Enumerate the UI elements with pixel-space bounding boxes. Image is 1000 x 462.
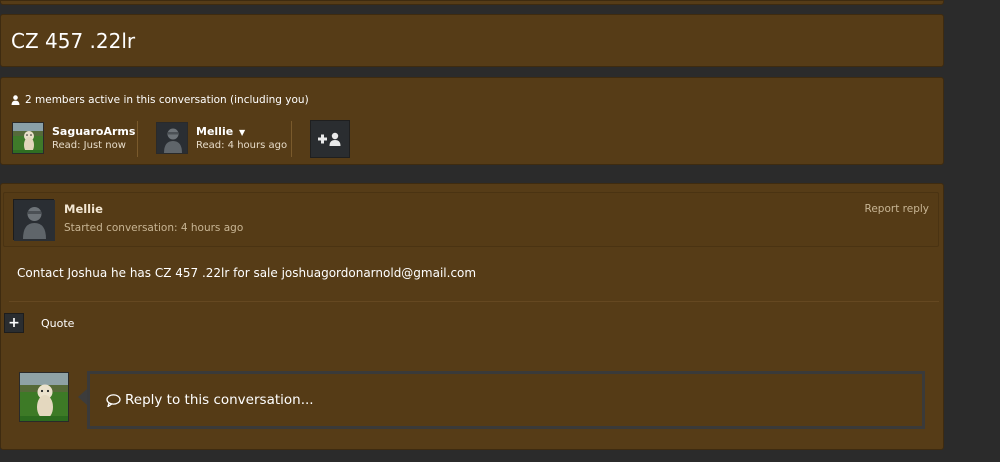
invite-member-button[interactable] xyxy=(310,120,350,158)
members-panel: 2 members active in this conversation (i… xyxy=(0,77,944,165)
user-icon xyxy=(11,95,20,105)
message-body: Contact Joshua he has CZ 457 .22lr for s… xyxy=(17,266,477,280)
member-mellie[interactable]: Mellie ▼ Read: 4 hours ago xyxy=(156,122,287,154)
dog-photo-icon xyxy=(13,123,43,153)
default-avatar-icon xyxy=(14,200,55,241)
author-avatar[interactable] xyxy=(13,199,55,241)
message-divider xyxy=(9,301,939,302)
top-panel-edge xyxy=(0,0,944,5)
member-read-status: Read: 4 hours ago xyxy=(196,140,288,151)
active-members-line: 2 members active in this conversation (i… xyxy=(11,94,309,106)
member-divider xyxy=(137,121,138,157)
message-panel: Mellie Started conversation: 4 hours ago… xyxy=(0,183,944,450)
member-name[interactable]: SaguaroArms xyxy=(52,125,135,138)
dog-photo-icon xyxy=(20,373,68,421)
avatar-saguaroarms[interactable] xyxy=(12,122,44,154)
active-members-text: 2 members active in this conversation (i… xyxy=(25,94,309,106)
author-name[interactable]: Mellie xyxy=(64,202,103,216)
member-read-status: Read: Just now xyxy=(52,140,126,151)
reply-avatar xyxy=(19,372,69,422)
started-timestamp: Started conversation: 4 hours ago xyxy=(64,222,244,234)
default-avatar-icon xyxy=(157,123,187,153)
title-panel: CZ 457 .22lr xyxy=(0,14,944,67)
avatar-mellie[interactable] xyxy=(156,122,188,154)
plus-icon: + xyxy=(8,315,20,331)
page-title: CZ 457 .22lr xyxy=(11,29,136,53)
add-user-icon xyxy=(318,132,341,146)
quote-toggle-button[interactable]: + xyxy=(4,313,24,333)
member-divider xyxy=(291,121,292,157)
comment-icon xyxy=(106,393,121,407)
reply-input[interactable]: Reply to this conversation... xyxy=(87,371,925,429)
quote-link[interactable]: Quote xyxy=(41,317,74,330)
member-saguaroarms[interactable]: SaguaroArms Read: Just now xyxy=(12,122,135,154)
caret-down-icon[interactable]: ▼ xyxy=(239,128,245,137)
member-name-text[interactable]: Mellie xyxy=(196,125,233,138)
report-reply-link[interactable]: Report reply xyxy=(865,203,930,215)
reply-placeholder[interactable]: Reply to this conversation... xyxy=(125,392,314,408)
member-name[interactable]: Mellie ▼ xyxy=(196,125,287,138)
message-header: Mellie Started conversation: 4 hours ago… xyxy=(3,192,939,247)
reply-pointer xyxy=(78,389,87,405)
